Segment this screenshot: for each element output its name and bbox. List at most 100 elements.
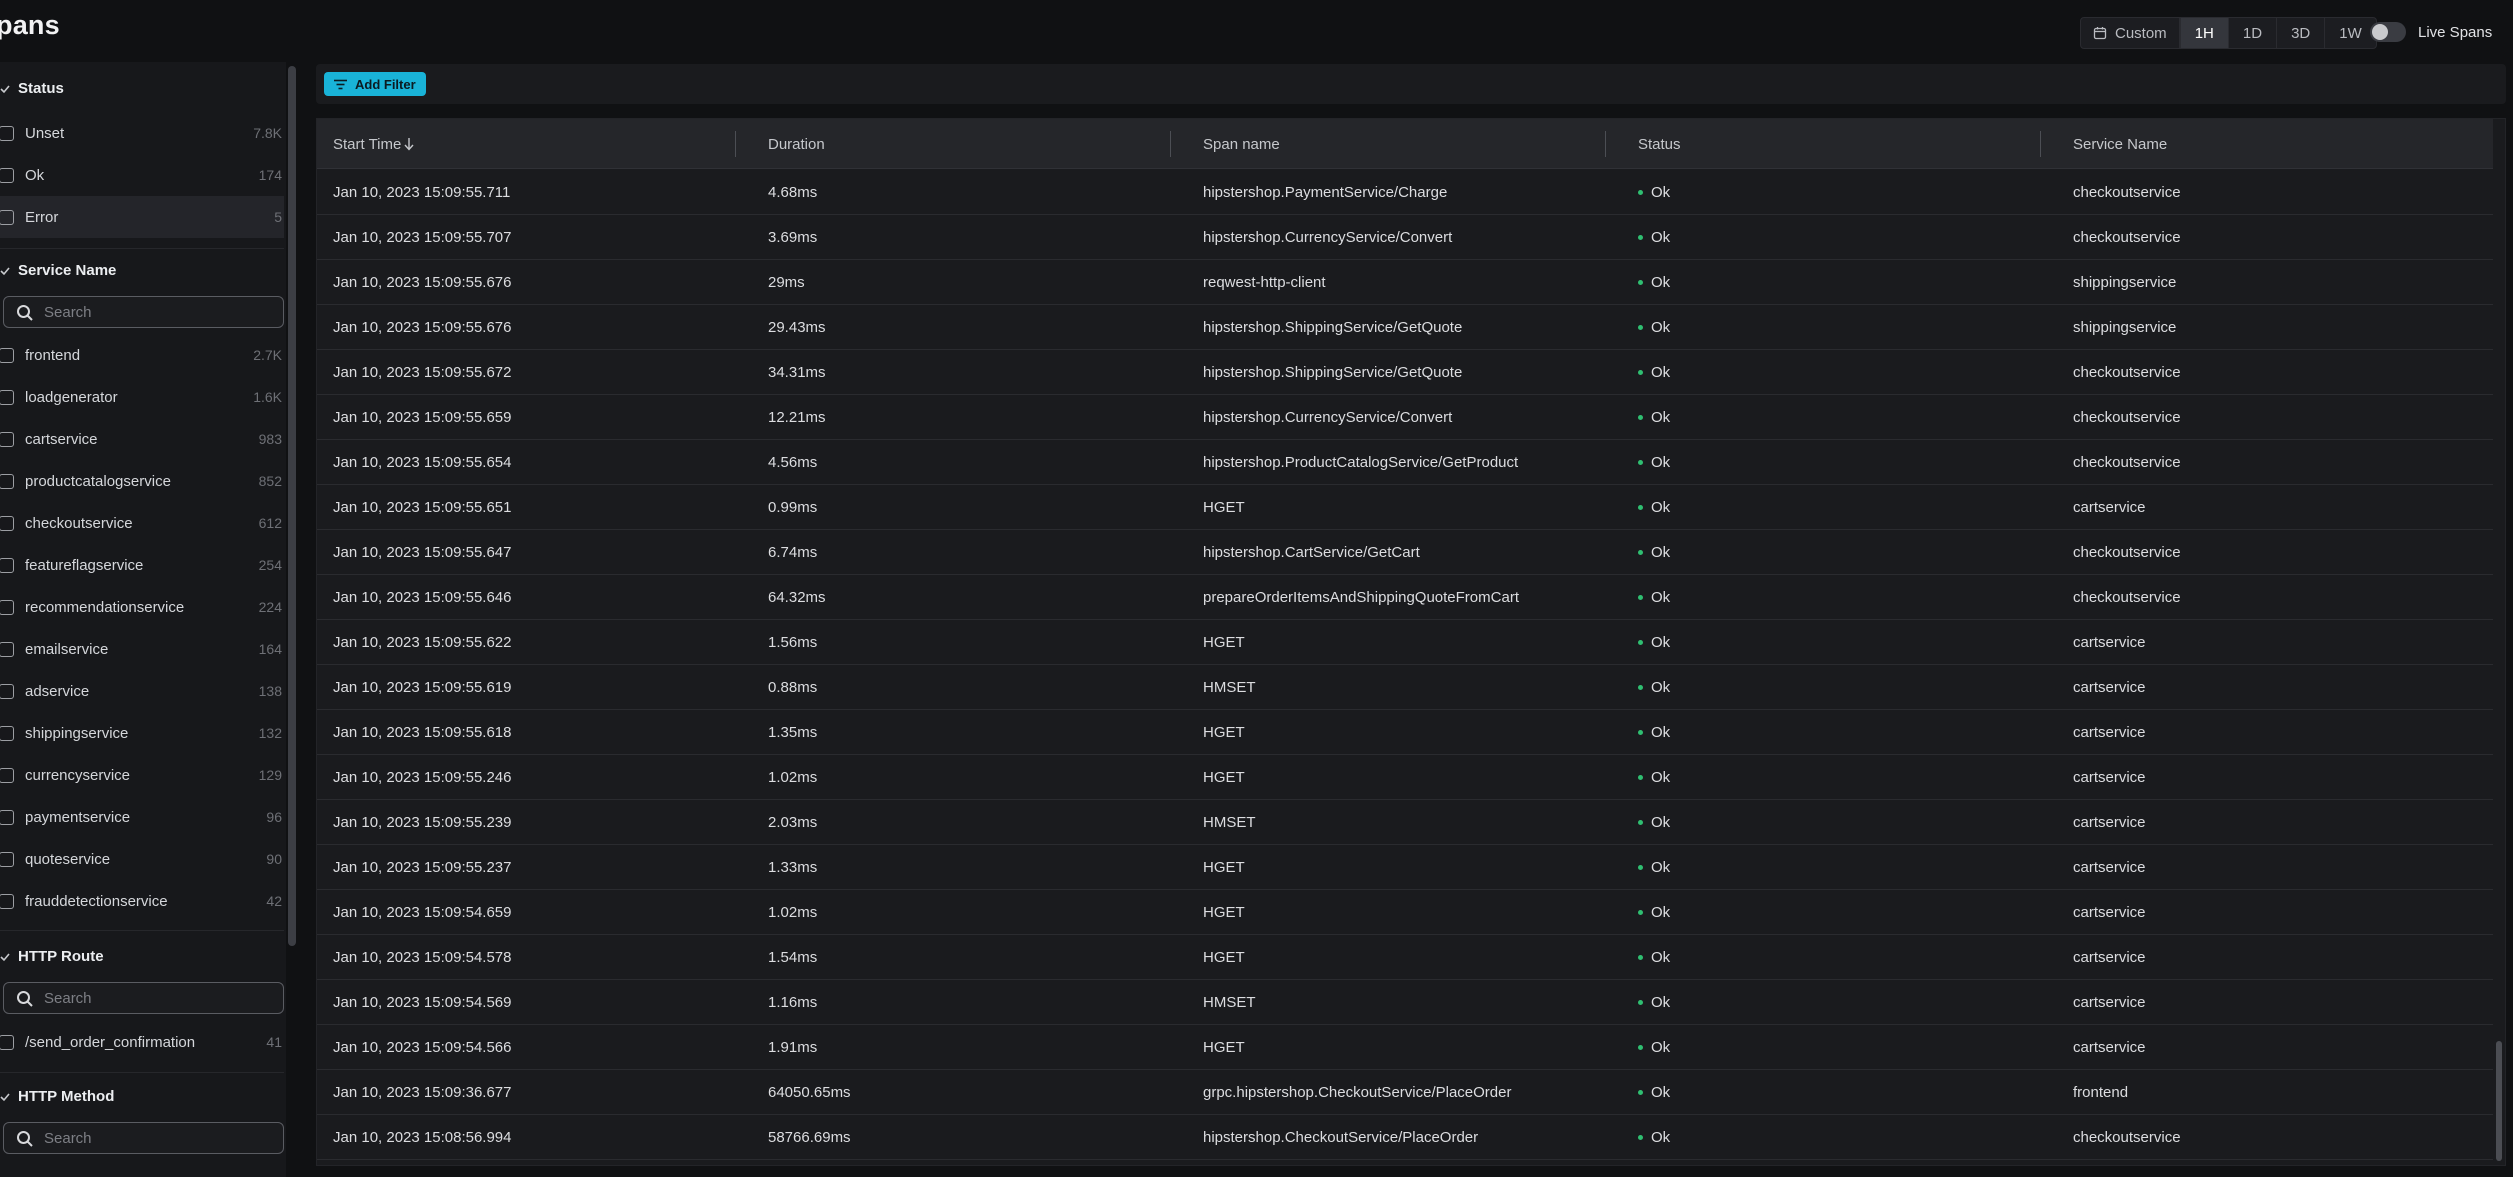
- table-scrollbar-track[interactable]: [2493, 119, 2505, 1165]
- checkbox[interactable]: [0, 725, 14, 741]
- facet-item-ok[interactable]: Ok 174: [0, 154, 284, 196]
- table-row[interactable]: Jan 10, 2023 15:09:55.659 12.21ms hipsters…: [317, 395, 2493, 440]
- table-row[interactable]: Jan 10, 2023 15:09:55.246 1.02ms HGET Ok car…: [317, 755, 2493, 800]
- table-row[interactable]: Jan 10, 2023 15:09:55.647 6.74ms hipstersh…: [317, 530, 2493, 575]
- facet-header-http-method[interactable]: HTTP Method: [0, 1088, 114, 1105]
- facet-header-http-route[interactable]: HTTP Route: [0, 948, 104, 965]
- facet-item-service[interactable]: checkoutservice 612: [0, 502, 284, 544]
- live-spans-switch[interactable]: [2370, 22, 2406, 42]
- facet-item-service[interactable]: loadgenerator 1.6K: [0, 376, 284, 418]
- sidebar-scrollbar[interactable]: [288, 66, 296, 946]
- table-row[interactable]: Jan 10, 2023 15:09:55.237 1.33ms HGET Ok car…: [317, 845, 2493, 890]
- table-row[interactable]: Jan 10, 2023 15:09:55.651 0.99ms HGET Ok car…: [317, 485, 2493, 530]
- checkbox[interactable]: [0, 683, 14, 699]
- divider: [0, 1072, 284, 1073]
- table-row[interactable]: Jan 10, 2023 15:09:54.578 1.54ms HGET Ok car…: [317, 935, 2493, 980]
- facet-item-error[interactable]: Error 5: [0, 196, 284, 238]
- range-1h-button[interactable]: 1H: [2179, 18, 2228, 48]
- live-spans-toggle[interactable]: Live Spans: [2370, 22, 2492, 42]
- column-header-start-time[interactable]: Start Time: [333, 119, 415, 169]
- range-custom-button[interactable]: Custom: [2081, 18, 2180, 48]
- column-header-label: Start Time: [333, 135, 402, 153]
- service-name-search-input[interactable]: [44, 297, 274, 327]
- table-row[interactable]: Jan 10, 2023 15:09:54.566 1.91ms HGET Ok car…: [317, 1025, 2493, 1070]
- checkbox[interactable]: [0, 515, 14, 531]
- facet-header-service-name[interactable]: Service Name: [0, 262, 116, 279]
- add-filter-button[interactable]: Add Filter: [324, 72, 426, 96]
- checkbox[interactable]: [0, 809, 14, 825]
- checkbox[interactable]: [0, 557, 14, 573]
- facet-item-service[interactable]: frauddetectionservice 42: [0, 880, 284, 922]
- table-row[interactable]: Jan 10, 2023 15:09:55.676 29.43ms hipsters…: [317, 305, 2493, 350]
- column-resizer[interactable]: [735, 131, 736, 157]
- cell-duration: 0.99ms: [768, 499, 818, 516]
- table-row[interactable]: Jan 10, 2023 15:09:55.654 4.56ms hipstersh…: [317, 440, 2493, 485]
- table-row[interactable]: Jan 10, 2023 15:09:55.672 34.31ms hipsters…: [317, 350, 2493, 395]
- checkbox[interactable]: [0, 767, 14, 783]
- checkbox[interactable]: [0, 209, 14, 225]
- checkbox[interactable]: [0, 1034, 14, 1050]
- status-ok-dot: [1638, 1135, 1643, 1140]
- facet-item-service[interactable]: productcatalogservice 852: [0, 460, 284, 502]
- column-header-status[interactable]: Status: [1638, 119, 1681, 169]
- table-row[interactable]: Jan 10, 2023 15:09:55.622 1.56ms HGET Ok car…: [317, 620, 2493, 665]
- facet-item-service[interactable]: quoteservice 90: [0, 838, 284, 880]
- facet-item-service[interactable]: cartservice 983: [0, 418, 284, 460]
- checkbox[interactable]: [0, 893, 14, 909]
- table-row[interactable]: Jan 10, 2023 15:09:55.676 29ms reqwest-htt…: [317, 260, 2493, 305]
- table-row[interactable]: Jan 10, 2023 15:09:55.619 0.88ms HMSET Ok ca…: [317, 665, 2493, 710]
- checkbox[interactable]: [0, 641, 14, 657]
- column-resizer[interactable]: [2040, 131, 2041, 157]
- calendar-icon: [2093, 27, 2107, 40]
- cell-service-name: shippingservice: [2073, 319, 2177, 336]
- facet-title-http-method: HTTP Method: [18, 1088, 115, 1105]
- cell-service-name: cartservice: [2073, 724, 2146, 741]
- checkbox[interactable]: [0, 431, 14, 447]
- column-header-service-name[interactable]: Service Name: [2073, 119, 2167, 169]
- status-label: Ok: [1651, 769, 1671, 786]
- column-resizer[interactable]: [1605, 131, 1606, 157]
- column-resizer[interactable]: [1170, 131, 1171, 157]
- divider: [0, 930, 284, 931]
- table-row[interactable]: Jan 10, 2023 15:09:54.569 1.16ms HMSET Ok ca…: [317, 980, 2493, 1025]
- range-3d-button[interactable]: 3D: [2276, 18, 2324, 48]
- http-method-search-input[interactable]: [44, 1123, 274, 1153]
- checkbox[interactable]: [0, 125, 14, 141]
- facet-item-service[interactable]: frontend 2.7K: [0, 334, 284, 376]
- range-1d-button[interactable]: 1D: [2227, 18, 2276, 48]
- facet-item-service[interactable]: shippingservice 132: [0, 712, 284, 754]
- facet-item-service[interactable]: featureflagservice 254: [0, 544, 284, 586]
- facet-item-label: productcatalogservice: [25, 472, 171, 490]
- facet-item-service[interactable]: adservice 138: [0, 670, 284, 712]
- range-1w-button[interactable]: 1W: [2324, 18, 2376, 48]
- status-label: Ok: [1651, 589, 1671, 606]
- facet-item-send-order-confirmation[interactable]: /send_order_confirmation 41: [0, 1021, 284, 1063]
- checkbox[interactable]: [0, 347, 14, 363]
- table-row[interactable]: Jan 10, 2023 15:09:55.618 1.35ms HGET Ok car…: [317, 710, 2493, 755]
- checkbox[interactable]: [0, 851, 14, 867]
- table-row[interactable]: Jan 10, 2023 15:09:55.646 64.32ms prepareO…: [317, 575, 2493, 620]
- facet-header-status[interactable]: Status: [0, 80, 64, 97]
- column-header-span-name[interactable]: Span name: [1203, 119, 1280, 169]
- http-route-search[interactable]: [3, 982, 284, 1014]
- facet-item-service[interactable]: currencyservice 129: [0, 754, 284, 796]
- table-row[interactable]: Jan 10, 2023 15:09:55.707 3.69ms hipstersh…: [317, 215, 2493, 260]
- checkbox[interactable]: [0, 389, 14, 405]
- column-header-duration[interactable]: Duration: [768, 119, 825, 169]
- facet-item-service[interactable]: paymentservice 96: [0, 796, 284, 838]
- facet-item-unset[interactable]: Unset 7.8K: [0, 112, 284, 154]
- facet-item-service[interactable]: emailservice 164: [0, 628, 284, 670]
- checkbox[interactable]: [0, 473, 14, 489]
- facet-item-service[interactable]: recommendationservice 224: [0, 586, 284, 628]
- table-row[interactable]: Jan 10, 2023 15:09:54.659 1.02ms HGET Ok car…: [317, 890, 2493, 935]
- http-route-search-input[interactable]: [44, 983, 274, 1013]
- service-name-search[interactable]: [3, 296, 284, 328]
- checkbox[interactable]: [0, 599, 14, 615]
- table-row[interactable]: Jan 10, 2023 15:09:55.711 4.68ms hipstersh…: [317, 170, 2493, 215]
- table-row[interactable]: Jan 10, 2023 15:09:55.239 2.03ms HMSET Ok ca…: [317, 800, 2493, 845]
- table-scrollbar-thumb[interactable]: [2496, 1041, 2502, 1161]
- http-method-search[interactable]: [3, 1122, 284, 1154]
- checkbox[interactable]: [0, 167, 14, 183]
- table-row[interactable]: Jan 10, 2023 15:08:56.994 58766.69ms hipst…: [317, 1115, 2493, 1160]
- table-row[interactable]: Jan 10, 2023 15:09:36.677 64050.65ms grpc.…: [317, 1070, 2493, 1115]
